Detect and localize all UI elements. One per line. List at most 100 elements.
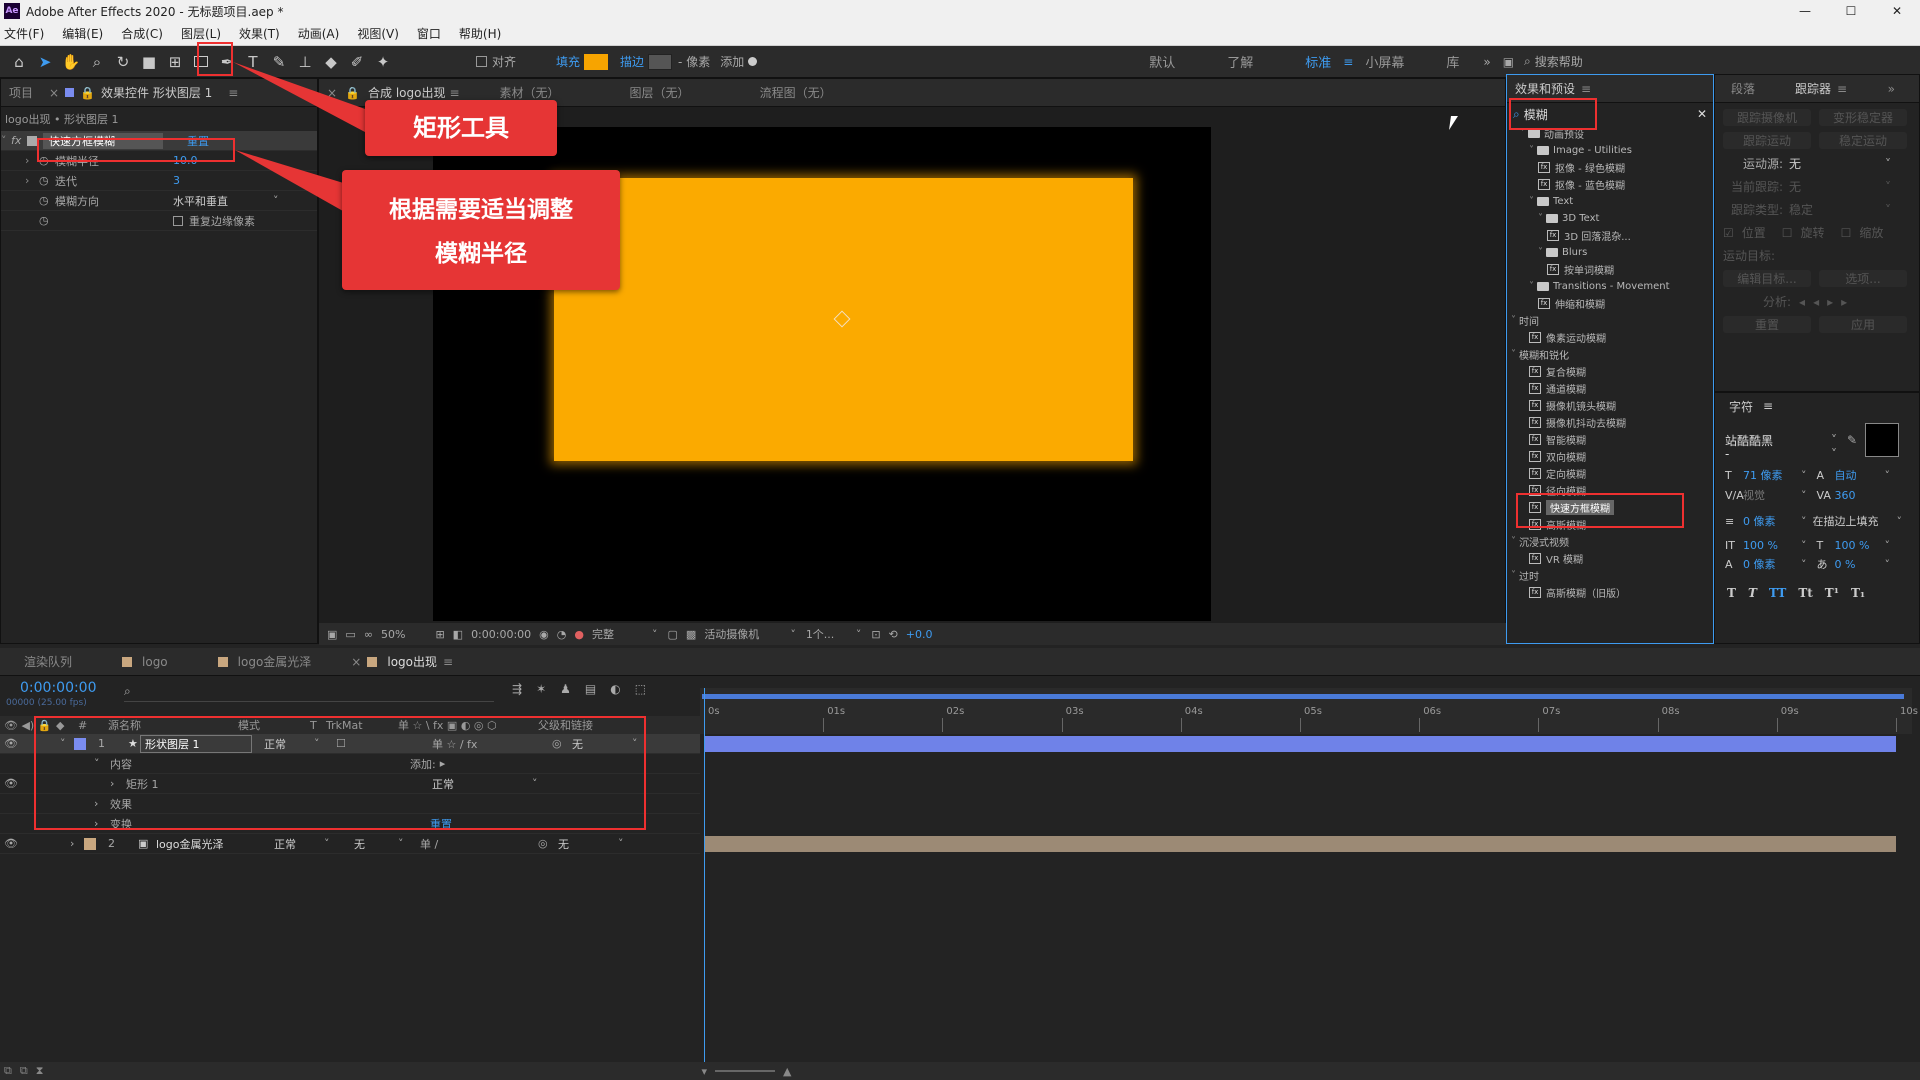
vertical-scale-value[interactable]: 100 %	[1743, 539, 1801, 552]
effects-presets-title[interactable]: 效果和预设	[1515, 80, 1575, 97]
expand-arrow-icon[interactable]: ˅	[1511, 536, 1516, 547]
subscript-button[interactable]: T₁	[1851, 586, 1865, 600]
zoom-out-icon[interactable]: ▾	[701, 1065, 707, 1078]
effects-category[interactable]: ˅ 时间	[1507, 312, 1713, 329]
expand-panels-icon[interactable]: »	[1888, 82, 1895, 96]
scale-checkbox[interactable]: ☐	[1841, 226, 1852, 240]
effects-item[interactable]: fx 通道模糊	[1507, 380, 1713, 397]
puppet-tool-icon[interactable]: ✦	[370, 49, 396, 75]
tab-effect-controls[interactable]: 效果控件 形状图层 1	[101, 84, 212, 101]
blur-direction-select[interactable]: 水平和垂直	[173, 193, 273, 209]
toggle-view-icon[interactable]: ⊡	[871, 628, 880, 641]
font-style-select[interactable]: -	[1725, 447, 1831, 461]
clear-search-icon[interactable]: ✕	[1697, 107, 1707, 121]
motion-blur-icon[interactable]: ◐	[610, 682, 620, 696]
effects-folder[interactable]: ˅ 3D Text	[1507, 210, 1713, 227]
close-button[interactable]: ✕	[1874, 4, 1920, 18]
effects-item[interactable]: fx 3D 回落混杂...	[1507, 227, 1713, 244]
comp-mini-flowchart-icon[interactable]: ⇶	[512, 682, 522, 696]
resolution-select[interactable]: 完整	[592, 626, 652, 642]
menu-window[interactable]: 窗口	[417, 25, 441, 42]
panel-menu-icon[interactable]: ≡	[1581, 82, 1591, 96]
apply-button[interactable]: 应用	[1819, 316, 1907, 333]
channel-icon[interactable]: ●	[574, 628, 584, 641]
track-type-select[interactable]: 稳定	[1789, 201, 1885, 218]
layer-2-duration-bar[interactable]	[704, 836, 1896, 852]
tracking-value[interactable]: 360	[1835, 489, 1885, 502]
grid-icon[interactable]: ⊞	[435, 628, 444, 641]
small-caps-button[interactable]: Tt	[1798, 586, 1812, 600]
tsume-value[interactable]: 0 %	[1835, 558, 1885, 571]
more-workspaces-icon[interactable]: »	[1483, 55, 1490, 69]
fill-label[interactable]: 填充	[556, 53, 580, 70]
workspace-library[interactable]: 库	[1446, 52, 1459, 71]
glasses-icon[interactable]: ∞	[364, 628, 373, 641]
tab-render-queue[interactable]: 渲染队列	[24, 653, 72, 670]
exposure-value[interactable]: +0.0	[906, 628, 933, 641]
all-caps-button[interactable]: TT	[1769, 586, 1786, 600]
parent-select[interactable]: 无	[558, 836, 618, 852]
tab-logo-appear[interactable]: logo出现	[387, 653, 437, 670]
effects-folder[interactable]: ˅ Blurs	[1507, 244, 1713, 261]
minimize-button[interactable]: —	[1782, 4, 1828, 18]
tab-composition[interactable]: 合成 logo出现	[368, 84, 445, 101]
menu-composition[interactable]: 合成(C)	[121, 25, 163, 42]
effects-item[interactable]: fx 双向模糊	[1507, 448, 1713, 465]
home-icon[interactable]: ⌂	[6, 49, 32, 75]
font-family-select[interactable]: 站酷酷黑	[1725, 432, 1831, 449]
effects-item[interactable]: fx 摄像机抖动去模糊	[1507, 414, 1713, 431]
camera-select[interactable]: 活动摄像机	[704, 626, 790, 642]
expand-arrow-icon[interactable]: ˅	[1529, 145, 1534, 156]
parent-pickwhip-icon[interactable]: ◎	[538, 837, 558, 850]
stopwatch-icon[interactable]: ◷	[39, 214, 173, 227]
options-button[interactable]: 选项...	[1819, 270, 1907, 287]
stroke-color-swatch[interactable]	[648, 53, 673, 70]
snapshot-icon[interactable]: ◉	[539, 628, 549, 641]
fx-icon[interactable]: fx	[11, 134, 27, 147]
effects-category[interactable]: ˅ 过时	[1507, 567, 1713, 584]
trkmat-select[interactable]: 无	[354, 836, 398, 852]
layer-search-input[interactable]: ⌕	[124, 684, 494, 702]
font-size-value[interactable]: 71 像素	[1743, 467, 1801, 483]
expand-arrow-icon[interactable]: ˅	[1538, 213, 1543, 224]
views-select[interactable]: 1个...	[806, 626, 856, 642]
toggle-modes-icon[interactable]: ⧉	[20, 1064, 28, 1078]
tab-tracker[interactable]: 跟踪器	[1795, 80, 1831, 97]
iterations-value[interactable]: 3	[173, 174, 180, 187]
expand-arrow-icon[interactable]: ˅	[1, 134, 11, 147]
expand-arrow-icon[interactable]: ˅	[1529, 281, 1534, 292]
lock-icon[interactable]: 🔒	[345, 86, 360, 100]
zoom-in-icon[interactable]: ▲	[783, 1065, 791, 1078]
maximize-button[interactable]: ☐	[1828, 4, 1874, 18]
clone-stamp-tool-icon[interactable]: ⊥	[292, 49, 318, 75]
horizontal-scale-value[interactable]: 100 %	[1835, 539, 1885, 552]
tab-project[interactable]: 项目	[9, 84, 33, 101]
brush-tool-icon[interactable]: ✎	[266, 49, 292, 75]
show-snapshot-icon[interactable]: ◔	[557, 628, 567, 641]
edit-target-button[interactable]: 编辑目标...	[1723, 270, 1811, 287]
expand-arrow-icon[interactable]: ›	[70, 837, 84, 850]
analyze-back-one-icon[interactable]: ◂	[1813, 295, 1819, 309]
reset-exposure-icon[interactable]: ⟲	[889, 628, 898, 641]
pan-behind-tool-icon[interactable]: ⊞	[162, 49, 188, 75]
effects-item[interactable]: fx 抠像 - 蓝色模糊	[1507, 176, 1713, 193]
effects-folder[interactable]: ˅ Text	[1507, 193, 1713, 210]
add-circle-icon[interactable]	[748, 57, 758, 66]
tab-paragraph[interactable]: 段落	[1731, 80, 1755, 97]
workspace-standard[interactable]: 标准	[1305, 52, 1331, 71]
fill-color-swatch[interactable]	[584, 53, 609, 70]
panel-menu-icon[interactable]: ≡	[443, 655, 453, 669]
layer-label-color[interactable]	[84, 837, 96, 850]
search-help-icon[interactable]: ⌕	[1524, 54, 1531, 69]
roto-brush-tool-icon[interactable]: ✐	[344, 49, 370, 75]
panel-menu-icon[interactable]: ≡	[449, 86, 459, 100]
tab-logo[interactable]: logo	[142, 655, 168, 669]
stroke-width-value[interactable]: 0 像素	[1743, 513, 1801, 529]
add-label[interactable]: 添加	[720, 53, 744, 70]
menu-edit[interactable]: 编辑(E)	[62, 25, 103, 42]
faux-italic-button[interactable]: T	[1748, 586, 1757, 600]
work-area-bar[interactable]	[702, 694, 1904, 699]
playhead[interactable]	[704, 688, 705, 1080]
effects-folder[interactable]: ˅ Transitions - Movement	[1507, 278, 1713, 295]
search-help[interactable]: 搜索帮助	[1535, 53, 1583, 70]
